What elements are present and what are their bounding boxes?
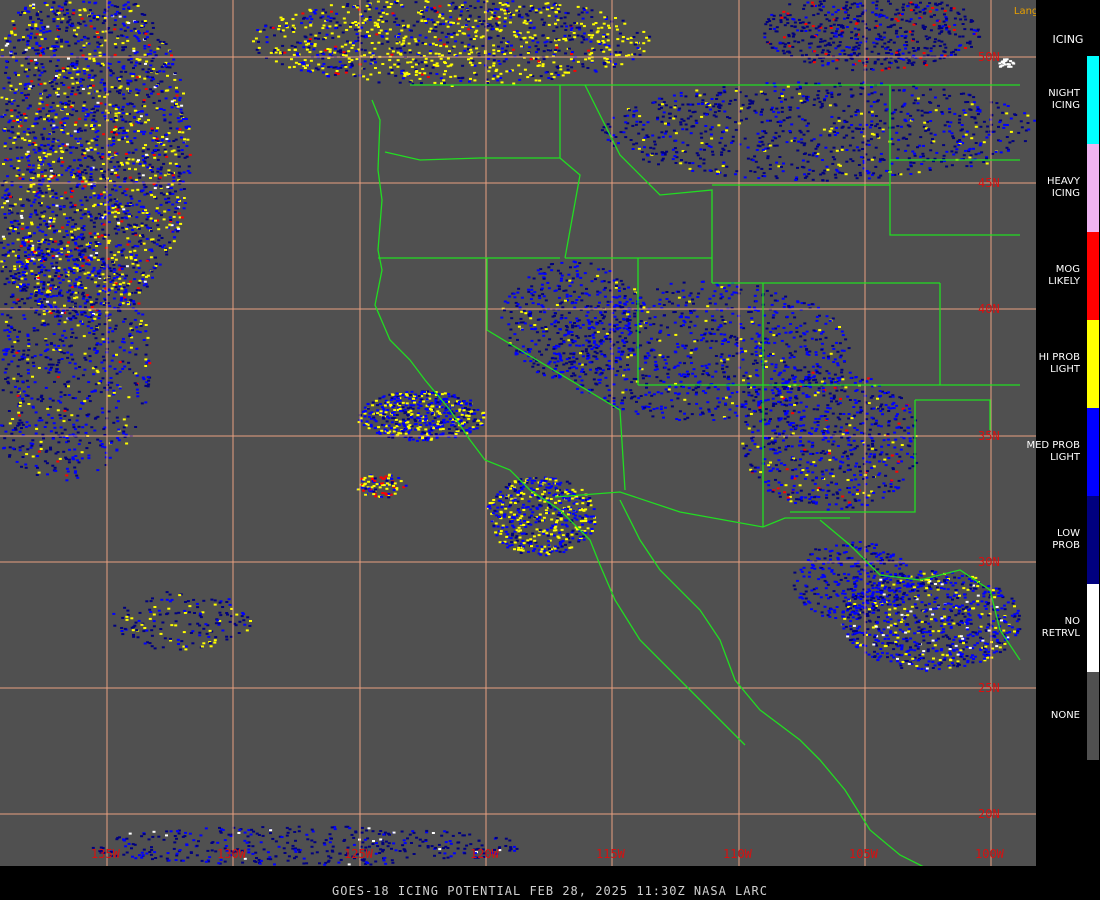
icing-cloud-layer bbox=[0, 0, 1036, 866]
border-or-id bbox=[559, 157, 581, 259]
longitude-label: 125W bbox=[344, 847, 374, 861]
legend-label: MED PROB LIGHT bbox=[1026, 440, 1080, 463]
longitude-label: 130W bbox=[217, 847, 247, 861]
border-nm-tx bbox=[915, 399, 991, 430]
legend-label: NO RETRVL bbox=[1041, 616, 1080, 639]
latitude-label: 20N bbox=[978, 807, 1000, 821]
border-ca-nv bbox=[486, 258, 626, 491]
legend-swatch bbox=[1087, 408, 1099, 496]
state-boundaries bbox=[371, 84, 1021, 866]
legend-label: NIGHT ICING bbox=[1048, 88, 1080, 111]
longitude-label: 100W bbox=[975, 847, 1005, 861]
legend-label: NONE bbox=[1050, 710, 1080, 721]
longitude-label: 120W bbox=[470, 847, 500, 861]
legend-label: HEAVY ICING bbox=[1047, 176, 1080, 199]
footer-caption: GOES-18 ICING POTENTIAL FEB 28, 2025 11:… bbox=[332, 884, 768, 898]
longitude-label: 105W bbox=[849, 847, 879, 861]
latitude-label: 25N bbox=[978, 681, 1000, 695]
latitude-label: 30N bbox=[978, 555, 1000, 569]
latitude-label: 35N bbox=[978, 429, 1000, 443]
legend-label: MOG LIKELY bbox=[1048, 264, 1080, 287]
coastline bbox=[371, 99, 746, 746]
legend-swatch bbox=[1087, 320, 1099, 408]
longitude-label: 135W bbox=[91, 847, 121, 861]
legend-swatch bbox=[1087, 56, 1099, 144]
legend-label: LOW PROB bbox=[1052, 528, 1080, 551]
longitude-label: 110W bbox=[723, 847, 753, 861]
legend-swatch bbox=[1087, 144, 1099, 232]
map-canvas: 50N 45N 40N 35N 30N 25N 20N 135W 130W 125W 120W 115… bbox=[0, 0, 1036, 866]
latitude-label: 45N bbox=[978, 176, 1000, 190]
legend-swatch bbox=[1087, 496, 1099, 584]
border-id-mt bbox=[584, 84, 713, 283]
legend-title: ICING bbox=[1052, 33, 1084, 46]
icing-map: 50N 45N 40N 35N 30N 25N 20N 135W 130W 125W 120W 115… bbox=[0, 0, 1036, 866]
legend-swatch bbox=[1087, 672, 1099, 760]
latitude-label: 40N bbox=[978, 302, 1000, 316]
coastline-baja-gulf bbox=[619, 499, 924, 866]
longitude-label: 115W bbox=[596, 847, 626, 861]
latitude-label: 50N bbox=[978, 50, 1000, 64]
legend-label: HI PROB LIGHT bbox=[1038, 352, 1080, 375]
legend-swatch bbox=[1087, 232, 1099, 320]
border-wa-or bbox=[384, 151, 560, 161]
legend-swatch bbox=[1087, 584, 1099, 672]
